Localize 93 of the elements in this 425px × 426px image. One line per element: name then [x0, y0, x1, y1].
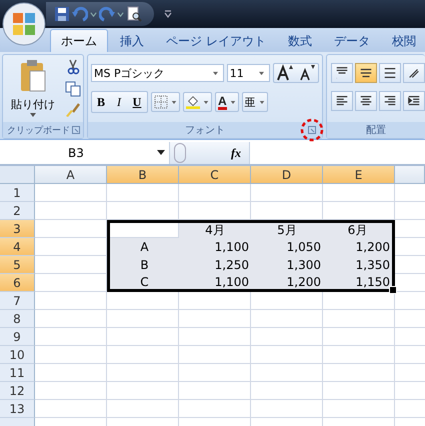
underline-button[interactable]: U: [128, 92, 146, 112]
border-button[interactable]: [151, 92, 180, 112]
table-cell: 6月: [323, 220, 395, 238]
row-header[interactable]: 6: [0, 274, 35, 292]
ribbon-tab[interactable]: 挿入: [110, 30, 154, 52]
middle-align-icon: [359, 66, 373, 80]
middle-align-button[interactable]: [355, 63, 377, 83]
row-header[interactable]: 12: [0, 382, 35, 400]
customize-caret-icon[interactable]: [164, 10, 172, 18]
row-header[interactable]: 3: [0, 220, 35, 238]
clipboard-icon: [19, 59, 47, 93]
dialog-launcher-icon[interactable]: [72, 126, 80, 134]
column-header[interactable]: B: [107, 166, 179, 184]
caret-icon: [258, 100, 265, 104]
row-header[interactable]: 7: [0, 292, 35, 310]
caret-icon: [171, 100, 177, 104]
indent-align-button[interactable]: [403, 91, 425, 111]
center-align-icon: [359, 94, 373, 108]
table-cell: C: [107, 274, 179, 292]
left-align-button[interactable]: [331, 91, 353, 111]
caret-icon: [258, 70, 265, 76]
font-name-box[interactable]: MS Pゴシック: [91, 64, 224, 82]
table-cell: B: [107, 256, 179, 274]
left-align-icon: [335, 94, 349, 108]
group-label: クリップボード: [7, 124, 70, 136]
print-preview-icon[interactable]: [126, 6, 142, 22]
caret-icon[interactable]: [117, 10, 124, 18]
grow-font-icon[interactable]: [274, 64, 296, 82]
ribbon-tab[interactable]: データ: [324, 30, 380, 52]
paint-bucket-icon: [186, 95, 200, 109]
row-header[interactable]: 10: [0, 346, 35, 364]
splitter-handle[interactable]: [174, 143, 186, 163]
brush-icon[interactable]: [65, 103, 81, 119]
border-icon: [154, 95, 168, 109]
caret-icon: [230, 100, 236, 104]
table-cell: 1,350: [323, 256, 395, 274]
table-cell: 5月: [251, 220, 323, 238]
ribbon-tab[interactable]: 数式: [278, 30, 322, 52]
row-header[interactable]: 13: [0, 400, 35, 418]
ribbon-tab[interactable]: ページ レイアウト: [156, 30, 276, 52]
table-cell: 1,100: [179, 274, 251, 292]
ribbon-tab[interactable]: ホーム: [50, 29, 108, 52]
group-label: フォント: [185, 124, 225, 137]
table-cell: 1,200: [323, 238, 395, 256]
table-cell: 1,300: [251, 256, 323, 274]
paste-button[interactable]: 貼り付け: [7, 59, 59, 122]
copy-icon[interactable]: [65, 81, 81, 97]
bottom-align-button[interactable]: [379, 63, 401, 83]
bottom-align-icon: [383, 66, 397, 80]
right-align-icon: [383, 94, 397, 108]
column-header[interactable]: A: [35, 166, 107, 184]
redo-icon[interactable]: [99, 6, 115, 22]
caret-icon: [203, 100, 209, 104]
fill-color-button[interactable]: [183, 92, 212, 112]
row-header[interactable]: 9: [0, 328, 35, 346]
row-header[interactable]: 1: [0, 184, 35, 202]
table-cell: 1,100: [179, 238, 251, 256]
right-align-button[interactable]: [379, 91, 401, 111]
phonetic-button[interactable]: 亜: [242, 92, 268, 112]
row-header[interactable]: 4: [0, 238, 35, 256]
scissors-icon[interactable]: [65, 59, 81, 75]
table-cell: 1,200: [251, 274, 323, 292]
dialog-launcher-icon[interactable]: [308, 126, 316, 134]
table-cell: 4月: [179, 220, 251, 238]
group-label: 配置: [366, 124, 386, 137]
font-size-box[interactable]: 11: [226, 64, 270, 82]
italic-button[interactable]: I: [110, 92, 128, 112]
table-cell: A: [107, 238, 179, 256]
fill-handle[interactable]: [389, 286, 397, 294]
orientation-align-button[interactable]: [403, 63, 425, 83]
caret-icon: [157, 150, 165, 156]
ribbon-tab[interactable]: 校閲: [382, 30, 425, 52]
row-header[interactable]: 8: [0, 310, 35, 328]
caret-icon: [29, 112, 37, 118]
row-header[interactable]: 5: [0, 256, 35, 274]
font-color-button[interactable]: A: [215, 92, 239, 112]
top-align-button[interactable]: [331, 63, 353, 83]
caret-icon[interactable]: [90, 10, 97, 18]
caret-icon: [212, 70, 219, 76]
table-cell: 1,050: [251, 238, 323, 256]
row-header[interactable]: 2: [0, 202, 35, 220]
column-header[interactable]: D: [251, 166, 323, 184]
save-icon[interactable]: [54, 6, 70, 22]
column-header[interactable]: E: [323, 166, 395, 184]
insert-function-button[interactable]: fx: [231, 146, 241, 160]
orientation-align-icon: [407, 66, 421, 80]
column-header[interactable]: C: [179, 166, 251, 184]
table-cell: 1,250: [179, 256, 251, 274]
row-header[interactable]: 11: [0, 364, 35, 382]
table-cell: 1,150: [323, 274, 395, 292]
bold-button[interactable]: B: [92, 92, 110, 112]
indent-align-icon: [407, 94, 421, 108]
center-align-button[interactable]: [355, 91, 377, 111]
